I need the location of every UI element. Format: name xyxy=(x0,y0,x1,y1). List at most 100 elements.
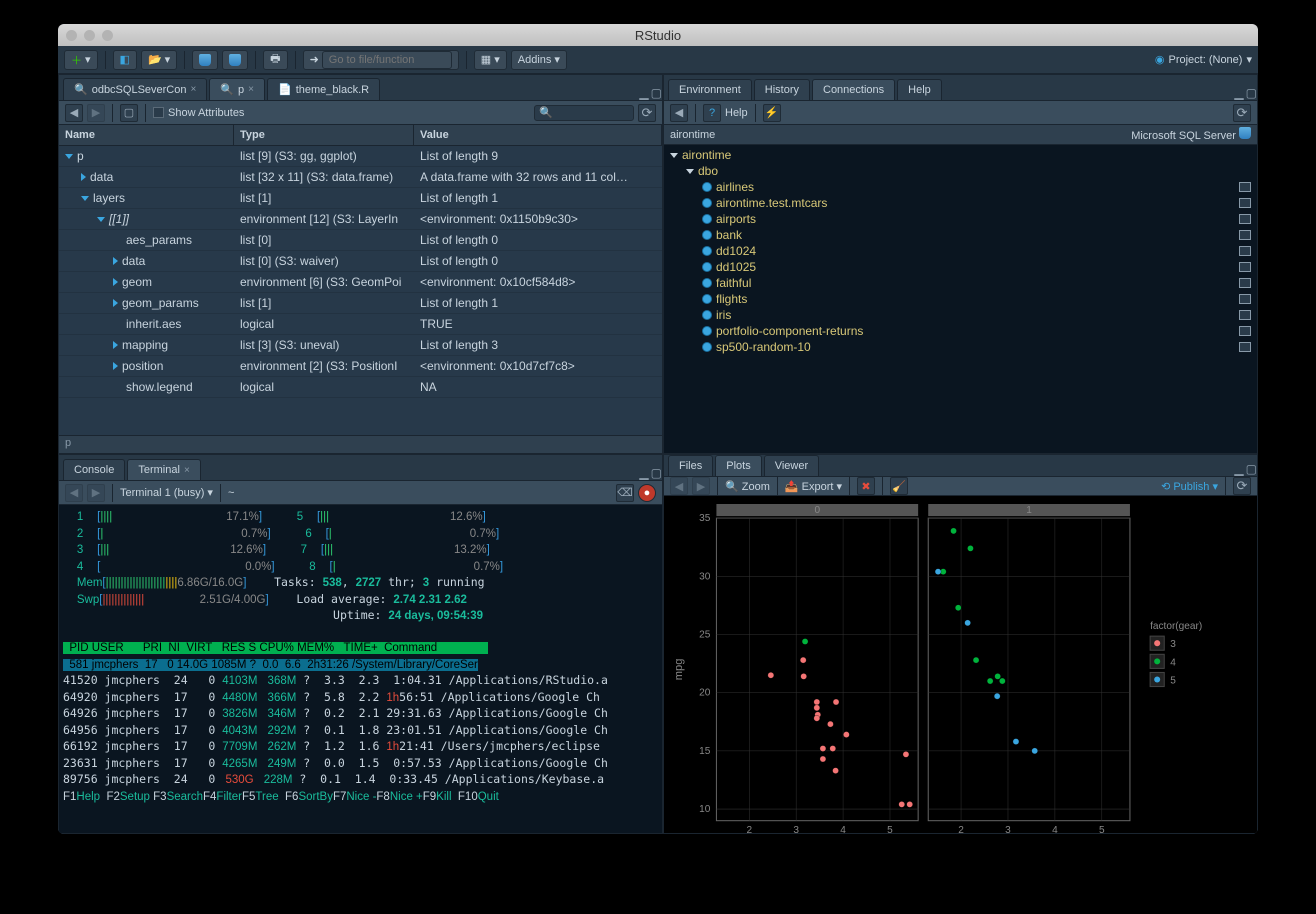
new-project-button[interactable]: ◧ xyxy=(113,50,137,70)
preview-table-icon[interactable] xyxy=(1239,310,1251,320)
preview-table-icon[interactable] xyxy=(1239,230,1251,240)
clear-plots-button[interactable]: 🧹 xyxy=(890,477,908,495)
goto-file-input[interactable] xyxy=(322,51,452,69)
back-button[interactable]: ◀ xyxy=(65,104,83,122)
connection-tree-item[interactable]: bank xyxy=(664,227,1257,243)
preview-table-icon[interactable] xyxy=(1239,214,1251,224)
forward-button[interactable]: ▶ xyxy=(692,477,710,495)
explorer-row[interactable]: positionenvironment [2] (S3: PositionI<e… xyxy=(59,356,662,377)
connection-tree-item[interactable]: iris xyxy=(664,307,1257,323)
explorer-row[interactable]: geomenvironment [6] (S3: GeomPoi<environ… xyxy=(59,272,662,293)
preview-table-icon[interactable] xyxy=(1239,198,1251,208)
open-file-button[interactable]: 📂 ▾ xyxy=(141,50,177,70)
help-icon[interactable]: ? xyxy=(703,104,721,122)
explorer-row[interactable]: inherit.aeslogicalTRUE xyxy=(59,314,662,335)
maximize-pane-icon[interactable]: ▢ xyxy=(1246,462,1257,476)
addins-button[interactable]: Addins ▾ xyxy=(511,50,567,70)
back-button[interactable]: ◀ xyxy=(670,477,688,495)
preview-table-icon[interactable] xyxy=(1239,326,1251,336)
maximize-pane-icon[interactable]: ▢ xyxy=(651,466,662,480)
explorer-body[interactable]: plist [9] (S3: gg, ggplot)List of length… xyxy=(59,146,662,435)
tab-files[interactable]: Files xyxy=(668,455,713,476)
save-all-button[interactable] xyxy=(222,50,248,70)
panes-button[interactable]: ▦ ▾ xyxy=(474,50,507,70)
expand-arrow-icon[interactable] xyxy=(81,196,89,201)
project-menu[interactable]: ◉ Project: (None) ▾ xyxy=(1155,53,1252,66)
connection-tree-item[interactable]: airontime xyxy=(664,147,1257,163)
export-button[interactable]: 📤 Export ▾ xyxy=(785,480,842,493)
disconnect-button[interactable]: ⚡ xyxy=(763,104,781,122)
tab-odbc[interactable]: 🔍 odbcSQLSeverCon× xyxy=(63,78,207,100)
expand-arrow-icon[interactable] xyxy=(97,217,105,222)
remove-plot-button[interactable]: ✖ xyxy=(857,477,875,495)
connection-tree-item[interactable]: sp500-random-10 xyxy=(664,339,1257,355)
goto-file-button[interactable]: ➜ xyxy=(303,50,459,70)
expand-arrow-icon[interactable] xyxy=(113,299,118,307)
refresh-button[interactable]: ⟳ xyxy=(1233,104,1251,122)
connection-tree-item[interactable]: airports xyxy=(664,211,1257,227)
tab-terminal[interactable]: Terminal× xyxy=(127,459,200,480)
tab-connections[interactable]: Connections xyxy=(812,79,895,100)
clear-button[interactable]: ⌫ xyxy=(616,484,634,502)
tab-environment[interactable]: Environment xyxy=(668,79,752,100)
connection-tree-item[interactable]: dd1025 xyxy=(664,259,1257,275)
back-button[interactable]: ◀ xyxy=(670,104,688,122)
save-button[interactable] xyxy=(192,50,218,70)
tab-help[interactable]: Help xyxy=(897,79,942,100)
filter-button[interactable]: ▢ xyxy=(120,104,138,122)
explorer-row[interactable]: geom_paramslist [1]List of length 1 xyxy=(59,293,662,314)
minimize-pane-icon[interactable]: ▁ xyxy=(1234,86,1243,100)
chevron-down-icon[interactable] xyxy=(670,153,678,158)
preview-table-icon[interactable] xyxy=(1239,182,1251,192)
titlebar[interactable]: RStudio xyxy=(58,24,1258,46)
terminal-body[interactable]: 1 [|||| 17.1%] 5 [||| 12.6%] 2 [| 0.7%] … xyxy=(59,505,662,833)
tab-history[interactable]: History xyxy=(754,79,810,100)
explorer-row[interactable]: datalist [0] (S3: waiver)List of length … xyxy=(59,251,662,272)
expand-arrow-icon[interactable] xyxy=(113,362,118,370)
preview-table-icon[interactable] xyxy=(1239,294,1251,304)
show-attributes-checkbox[interactable] xyxy=(153,107,164,118)
tab-p[interactable]: 🔍 p× xyxy=(209,78,265,100)
publish-button[interactable]: ⟲ Publish ▾ xyxy=(1161,480,1218,493)
connection-tree-item[interactable]: flights xyxy=(664,291,1257,307)
col-name[interactable]: Name xyxy=(59,125,234,145)
explorer-row[interactable]: datalist [32 x 11] (S3: data.frame)A dat… xyxy=(59,167,662,188)
maximize-pane-icon[interactable]: ▢ xyxy=(651,86,662,100)
col-value[interactable]: Value xyxy=(414,125,662,145)
zoom-button[interactable]: 🔍 Zoom xyxy=(725,480,770,493)
minimize-pane-icon[interactable]: ▁ xyxy=(1234,462,1243,476)
stop-button[interactable]: ● xyxy=(638,484,656,502)
forward-button[interactable]: ▶ xyxy=(87,104,105,122)
refresh-button[interactable]: ⟳ xyxy=(1233,477,1251,495)
connection-tree-item[interactable]: dbo xyxy=(664,163,1257,179)
plot-area[interactable]: 0234512345101520253035mpgwtfactor(gear)3… xyxy=(664,496,1257,834)
preview-table-icon[interactable] xyxy=(1239,278,1251,288)
help-label[interactable]: Help xyxy=(725,107,748,119)
connection-tree-item[interactable]: faithful xyxy=(664,275,1257,291)
explorer-row[interactable]: mappinglist [3] (S3: uneval)List of leng… xyxy=(59,335,662,356)
explorer-row[interactable]: plist [9] (S3: gg, ggplot)List of length… xyxy=(59,146,662,167)
preview-table-icon[interactable] xyxy=(1239,246,1251,256)
print-button[interactable]: 🖶 xyxy=(263,50,287,70)
connection-tree-item[interactable]: portfolio-component-returns xyxy=(664,323,1257,339)
explorer-row[interactable]: aes_paramslist [0]List of length 0 xyxy=(59,230,662,251)
tab-plots[interactable]: Plots xyxy=(715,455,761,476)
forward-button[interactable]: ▶ xyxy=(87,484,105,502)
tab-theme-black[interactable]: 📄 theme_black.R xyxy=(267,78,380,100)
connection-tree-item[interactable]: dd1024 xyxy=(664,243,1257,259)
minimize-pane-icon[interactable]: ▁ xyxy=(639,86,648,100)
refresh-button[interactable]: ⟳ xyxy=(638,104,656,122)
explorer-row[interactable]: show.legendlogicalNA xyxy=(59,377,662,398)
tab-viewer[interactable]: Viewer xyxy=(764,455,819,476)
expand-arrow-icon[interactable] xyxy=(113,257,118,265)
preview-table-icon[interactable] xyxy=(1239,262,1251,272)
connection-tree-item[interactable]: airlines xyxy=(664,179,1257,195)
terminal-dropdown[interactable]: Terminal 1 (busy) ▾ xyxy=(120,486,213,499)
chevron-down-icon[interactable] xyxy=(686,169,694,174)
explorer-row[interactable]: [[1]]environment [12] (S3: LayerIn<envir… xyxy=(59,209,662,230)
search-input[interactable] xyxy=(534,105,634,121)
connection-tree[interactable]: airontimedboairlinesairontime.test.mtcar… xyxy=(664,145,1257,453)
new-file-button[interactable]: ＋ ▾ xyxy=(64,50,98,70)
expand-arrow-icon[interactable] xyxy=(113,278,118,286)
maximize-pane-icon[interactable]: ▢ xyxy=(1246,86,1257,100)
